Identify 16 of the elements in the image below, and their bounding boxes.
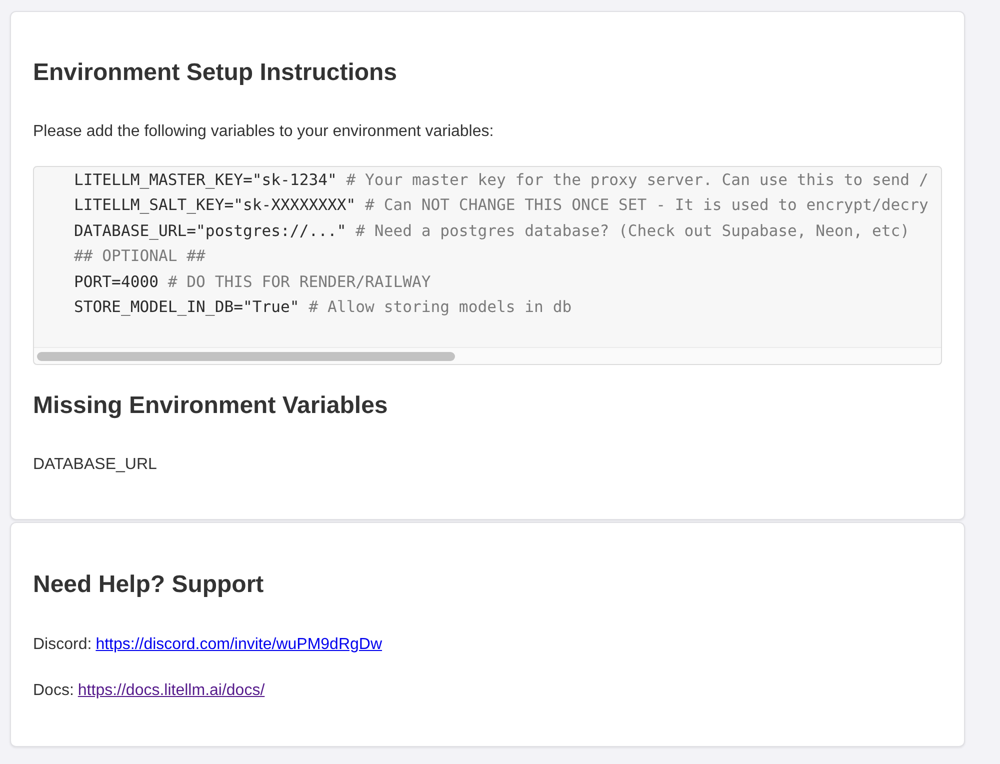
section-heading: Missing Environment Variables: [33, 392, 389, 420]
code-line: LITELLM_MASTER_KEY="sk-1234" # Your master key for the proxy server. Can use this to send /: [74, 170, 930, 191]
section-heading: Environment Setup Instructions: [33, 59, 398, 87]
support-link[interactable]: https://discord.com/invite/wuPM9dRgDw: [96, 635, 382, 656]
link-label: Discord:: [33, 635, 92, 656]
code-line: DATABASE_URL="postgres://..." # Need a postgres database? (Check out Supabase, Neon, etc): [74, 220, 911, 242]
variable-name: DATABASE_URL: [33, 455, 158, 476]
code-line: ## OPTIONAL ##: [74, 246, 206, 268]
support-link[interactable]: https://docs.litellm.ai/docs/: [78, 681, 265, 702]
link-label: Docs:: [33, 681, 74, 702]
scrollbar-thumb[interactable]: [37, 352, 455, 361]
code-line: LITELLM_SALT_KEY="sk-XXXXXXXX" # Can NOT CHANGE THIS ONCE SET - It is used to encrypt/decry: [74, 195, 930, 216]
section-heading: Need Help? Support: [33, 571, 265, 600]
code-line: STORE_MODEL_IN_DB="True" # Allow storing models in db: [74, 297, 573, 318]
instructions-text: Please add the following variables to your environment variables:: [33, 122, 495, 142]
code-line: PORT=4000 # DO THIS FOR RENDER/RAILWAY: [74, 272, 432, 293]
